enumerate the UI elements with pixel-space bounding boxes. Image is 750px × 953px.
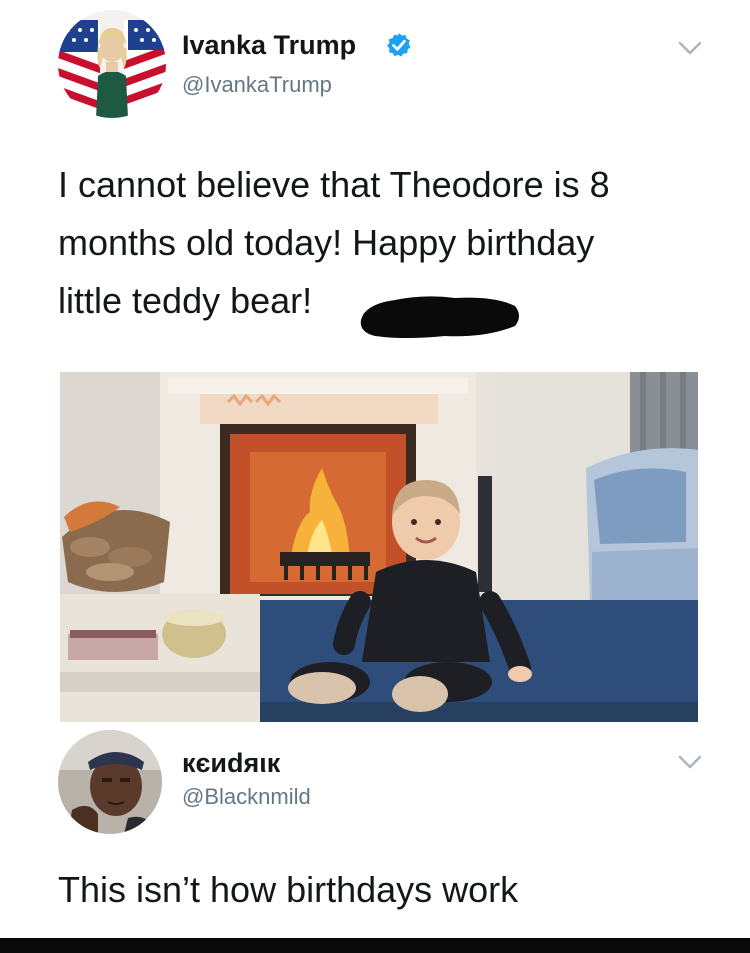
tweet-text-line-1: I cannot believe that Theodore is 8 <box>58 164 610 205</box>
avatar-image <box>58 10 166 118</box>
avatar-image <box>58 730 162 834</box>
user-handle[interactable]: @IvankaTrump <box>182 72 332 98</box>
redaction-mark <box>360 296 519 338</box>
reply-tweet: кєиdяιк @Blacknmild This isn’t how birth… <box>0 730 750 938</box>
original-tweet: Ivanka Trump @IvankaTrump I cannot belie… <box>0 0 750 730</box>
chevron-down-icon[interactable] <box>676 752 704 772</box>
tweet-text: I cannot believe that Theodore is 8 mont… <box>58 156 610 330</box>
profile-avatar-ivanka[interactable] <box>58 10 166 118</box>
profile-avatar-kendrick[interactable] <box>58 730 162 834</box>
reply-text-line: This isn’t how birthdays work <box>58 869 519 910</box>
tweet-photo-image <box>60 372 698 722</box>
user-handle[interactable]: @Blacknmild <box>182 784 311 810</box>
bottom-bar <box>0 938 750 953</box>
tweet-text-line-2: months old today! Happy birthday <box>58 222 595 263</box>
display-name[interactable]: Ivanka Trump <box>182 30 356 61</box>
photo-baby-by-fireplace[interactable] <box>60 372 698 722</box>
display-name[interactable]: кєиdяιк <box>182 748 280 779</box>
chevron-down-icon[interactable] <box>676 38 704 58</box>
reply-text: This isn’t how birthdays work <box>58 870 518 910</box>
tweet-text-line-3: little teddy bear! <box>58 280 313 321</box>
verified-badge-icon <box>387 33 411 57</box>
